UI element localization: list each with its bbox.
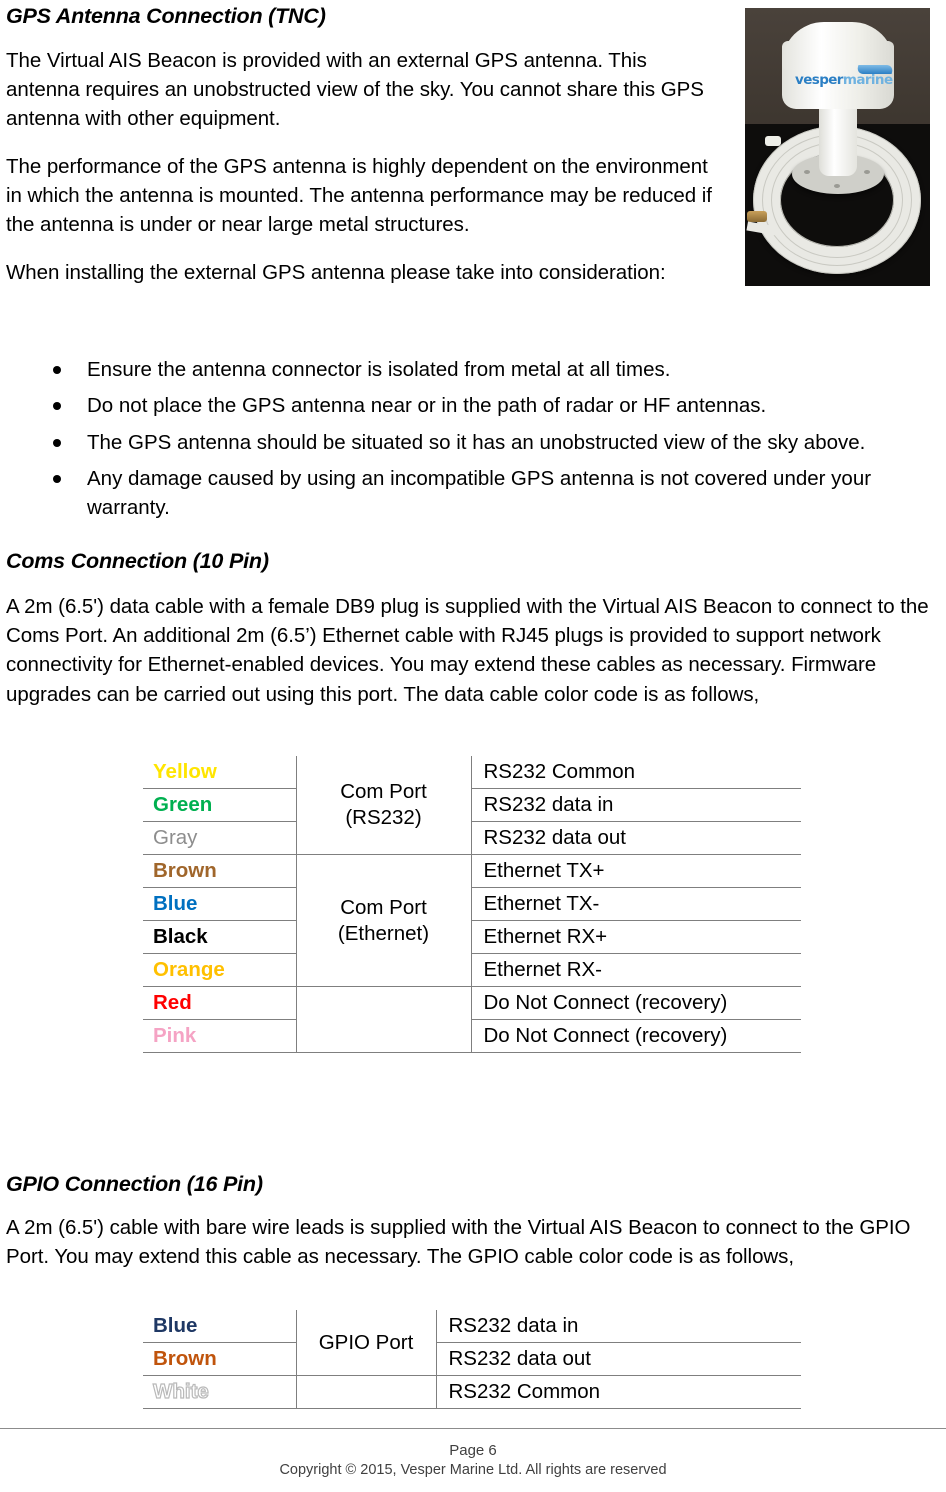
gps-antenna-heading: GPS Antenna Connection (TNC) [6,4,326,28]
tnc-connector [747,211,767,222]
gpio-port-cell: GPIO Port [295,1310,437,1376]
footer-divider [0,1428,946,1429]
mount-hole-2 [834,184,840,188]
wire-function-pink: Do Not Connect (recovery) [471,1019,801,1053]
vesper-swoosh-icon [855,65,895,74]
wire-color-yellow: Yellow [143,756,296,789]
gps-antenna-paragraph-3: When installing the external GPS antenna… [6,260,666,284]
port-label-line-1: Com Port [340,780,427,804]
wire-color-brown: Brown [143,854,296,888]
list-item: The GPS antenna should be situated so it… [6,428,936,457]
list-item-label: Do not place the GPS antenna near or in … [87,394,767,418]
wire-function-brown: Ethernet TX+ [471,854,801,888]
gpio-cable-color-table: Blue GPIO Port RS232 data in Brown RS232… [143,1310,801,1409]
gpio-wire-color-brown: Brown [143,1342,296,1376]
wire-function-yellow: RS232 Common [471,756,801,789]
port-cell-ethernet: Com Port (Ethernet) [295,854,472,987]
copyright-notice: Copyright © 2015, Vesper Marine Ltd. All… [279,1462,667,1479]
table-row: Gray RS232 data out [143,821,801,855]
cable-tie-tab [765,136,781,146]
bullet-dot-icon [53,474,61,483]
list-item: Do not place the GPS antenna near or in … [6,391,936,420]
table-row: Black Ethernet RX+ [143,920,801,954]
wire-color-green: Green [143,788,296,822]
table-row: Red Do Not Connect (recovery) [143,986,801,1020]
gps-antenna-photo-image: vespermarine [745,8,930,286]
table-row: Blue GPIO Port RS232 data in [143,1310,801,1376]
port-label-line-2: (RS232) [345,806,422,829]
gpio-port-cell-empty [295,1375,437,1409]
brand-primary-text: vesper [795,74,843,88]
gpio-connection-paragraph: A 2m (6.5') cable with bare wire leads i… [6,1215,911,1269]
gpio-wire-color-white: White [143,1375,296,1409]
bullet-dot-icon [53,402,61,411]
vesper-marine-logo: vespermarine [795,74,893,88]
coms-connection-section: Coms Connection (10 Pin) A 2m (6.5') dat… [6,549,936,709]
table-row: Yellow Com Port (RS232) RS232 Common [143,756,801,855]
port-cell-rs232: Com Port (RS232) [295,756,472,855]
gps-antenna-bullet-list: Ensure the antenna connector is isolated… [6,355,936,530]
coms-connection-paragraph: A 2m (6.5') data cable with a female DB9… [6,594,929,706]
wire-color-pink: Pink [143,1019,296,1053]
port-cell-empty-red [295,986,472,1020]
table-row: Brown RS232 data out [143,1342,801,1376]
wire-color-red: Red [143,986,296,1020]
gpio-connection-section: GPIO Connection (16 Pin) A 2m (6.5') cab… [6,1172,936,1271]
wire-color-black: Black [143,920,296,954]
gps-antenna-photo: vespermarine [745,8,930,286]
page-number: Page 6 [449,1442,497,1459]
gpio-wire-color-blue: Blue [143,1310,296,1343]
antenna-stem [819,104,857,176]
document-page: GPS Antenna Connection (TNC) The Virtual… [0,0,946,1492]
table-row: White RS232 Common [143,1375,801,1409]
wire-function-blue: Ethernet TX- [471,887,801,921]
table-row: Green RS232 data in [143,788,801,822]
list-item: Any damage caused by using an incompatib… [6,464,936,523]
bullet-dot-icon [53,438,61,447]
table-row: Orange Ethernet RX- [143,953,801,987]
gpio-wire-function-white: RS232 Common [436,1375,801,1409]
table-row: Pink Do Not Connect (recovery) [143,1019,801,1053]
coms-cable-color-table: Yellow Com Port (RS232) RS232 Common Gre… [143,756,801,1053]
list-item-label: Ensure the antenna connector is isolated… [87,358,671,381]
gpio-wire-function-blue: RS232 data in [436,1310,801,1343]
brand-secondary-text: marine [842,74,893,88]
coms-connection-heading: Coms Connection (10 Pin) [6,549,269,573]
table-row: Brown Com Port (Ethernet) Ethernet TX+ [143,854,801,987]
port-label-line-2: (Ethernet) [337,921,430,945]
list-item-label: The GPS antenna should be situated so it… [87,430,866,454]
gpio-port-label: GPIO Port [318,1330,414,1354]
wire-function-orange: Ethernet RX- [471,953,801,987]
gpio-connection-heading: GPIO Connection (16 Pin) [6,1172,263,1196]
gps-antenna-section: GPS Antenna Connection (TNC) The Virtual… [6,4,726,287]
list-item: Ensure the antenna connector is isolated… [6,355,936,384]
port-cell-empty-pink [295,1019,472,1053]
gpio-wire-function-brown: RS232 data out [436,1342,801,1376]
list-item-label: Any damage caused by using an incompatib… [87,466,872,520]
wire-color-blue: Blue [143,887,296,921]
wire-function-gray: RS232 data out [471,821,801,855]
wire-function-red: Do Not Connect (recovery) [471,986,801,1020]
mount-hole-3 [864,170,870,174]
wire-function-black: Ethernet RX+ [471,920,801,954]
wire-color-orange: Orange [143,953,296,987]
mount-hole-1 [804,170,810,174]
page-footer: Page 6 Copyright © 2015, Vesper Marine L… [0,1441,946,1481]
table-row: Blue Ethernet TX- [143,887,801,921]
wire-color-gray: Gray [143,821,296,855]
bullet-dot-icon [53,366,61,374]
gps-antenna-paragraph-1: The Virtual AIS Beacon is provided with … [6,48,704,131]
wire-function-green: RS232 data in [471,788,801,822]
port-label-line-1: Com Port [340,895,427,919]
gps-antenna-paragraph-2: The performance of the GPS antenna is hi… [6,154,712,237]
